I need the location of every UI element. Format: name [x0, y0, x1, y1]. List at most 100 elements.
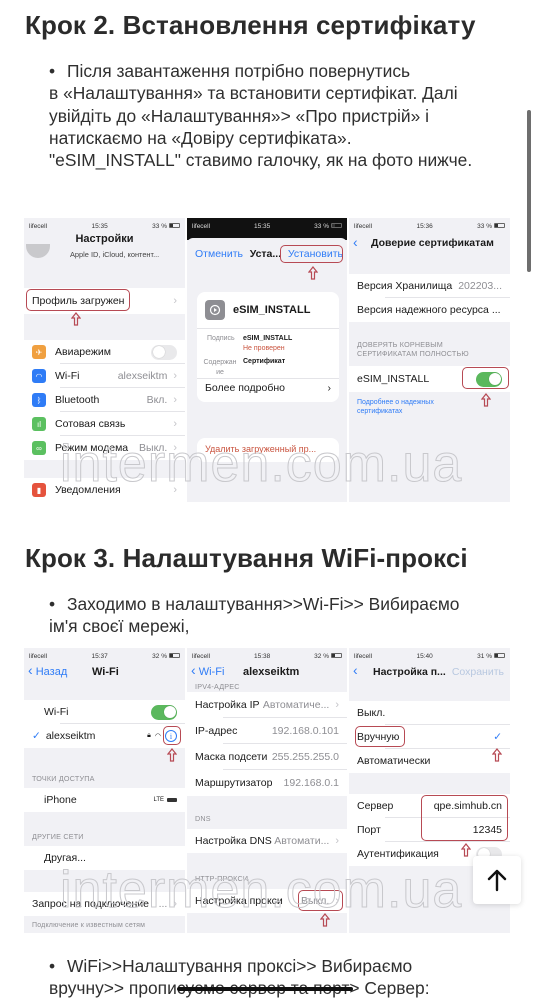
back-chevron-icon[interactable]: ‹ [353, 662, 358, 678]
status-time: 15:35 [91, 222, 108, 230]
back-chevron-icon[interactable]: ‹ [353, 234, 358, 250]
signal-lte: LTE [153, 797, 164, 803]
detail-label: Маска подсети [195, 751, 268, 763]
back-label: Назад [35, 666, 68, 678]
settings-item[interactable]: ıl Сотовая связь › [24, 412, 185, 436]
section-header: ДОВЕРЯТЬ КОРНЕВЫМ СЕРТИФИКАТАМ ПОЛНОСТЬЮ [357, 340, 469, 358]
wifi-label: Wi-Fi [44, 706, 69, 718]
network-detail-row[interactable]: Настройка IP Автоматиче... › [187, 692, 347, 718]
dns-row[interactable]: Настройка DNS Автомати... › [187, 829, 347, 853]
scroll-to-top-button[interactable] [473, 856, 521, 904]
status-bar: lifecell 15:40 31 % [349, 648, 510, 664]
step3-p2-line-2: вручну>> прописуємо сервер та порт> Серв… [49, 977, 430, 999]
detail-label: Маршрутизатор [195, 777, 273, 789]
step2-line-2: в «Налаштування» та встановити сертифіка… [49, 83, 458, 104]
contains-label: Содержан ие [203, 359, 237, 376]
checkmark-icon: ✓ [493, 731, 502, 743]
step2-line-4: натискаємо на «Довіру сертифіката». [49, 127, 352, 148]
step3-line-2: ім'я своєї мережі, [49, 616, 190, 637]
battery-icon [330, 223, 342, 229]
highlight-box [163, 726, 181, 745]
arrow-up-icon [481, 393, 491, 407]
chevron-right-icon: › [173, 295, 177, 307]
store-version-row: Версия Хранилища 202203... [349, 274, 510, 298]
arrow-up-icon [492, 748, 502, 762]
wifi-icon: ◠ [32, 369, 46, 383]
back-button[interactable]: ‹ Назад [28, 662, 67, 678]
learn-more-link[interactable]: Подробнее о надежных сертификатах [357, 398, 457, 416]
screen-title: alexseiktm [243, 666, 300, 678]
carrier: lifecell [354, 222, 373, 230]
network-row[interactable]: ✓ alexseiktm 🔒︎ ◠ i [24, 724, 185, 748]
highlight-box [421, 795, 508, 841]
back-chevron-icon: ‹ [191, 662, 196, 678]
detail-value: 255.255.255.0 [271, 751, 339, 763]
settings-item-value: alexseiktm [117, 370, 168, 382]
battery-icon [493, 653, 505, 659]
battery-icon [167, 798, 177, 802]
settings-item-label: Сотовая связь [55, 418, 126, 430]
divider [197, 328, 339, 329]
battery-level: 33 % [477, 222, 492, 230]
step2-line-5: "eSIM_INSTALL" ставимо галочку, як на фо… [49, 150, 473, 171]
carrier: lifecell [354, 652, 373, 660]
watermark: intermen.com.ua [59, 861, 463, 920]
airplane-icon: ✈ [32, 345, 46, 359]
hotspot-row[interactable]: iPhone LTE [24, 788, 185, 812]
section-header: IPV4-АДРЕС [195, 682, 240, 691]
step2-paragraph: • Після завантаження потрібно повернутис… [49, 60, 472, 171]
chevron-right-icon: › [327, 382, 332, 394]
section-header: DNS [195, 814, 211, 823]
cert-name: eSIM_INSTALL [357, 373, 430, 385]
back-button[interactable]: ‹ Wi-Fi [191, 662, 224, 678]
step2-line-1: Після завантаження потрібно повернутись [67, 61, 411, 81]
status-time: 15:35 [253, 222, 271, 230]
store-version-label: Версия Хранилища [357, 280, 453, 292]
arrow-up-icon [71, 312, 81, 326]
section-header: ДРУГИЕ СЕТИ [32, 832, 84, 841]
settings-item[interactable]: ◠ Wi-Fi alexseiktm › [24, 364, 185, 388]
arrow-up-icon [461, 843, 471, 857]
battery-icon [168, 223, 180, 229]
cancel-button[interactable]: Отменить [195, 248, 243, 260]
proxy-option-off[interactable]: Выкл. [349, 701, 510, 725]
cellular-icon: ıl [32, 417, 46, 431]
chevron-right-icon: › [335, 835, 339, 847]
carrier: lifecell [192, 222, 211, 230]
battery-icon [493, 223, 505, 229]
hotspot-icon: ∞ [32, 441, 46, 455]
airplane-toggle[interactable] [151, 344, 177, 360]
profile-name: eSIM_INSTALL [233, 304, 311, 316]
battery-level: 32 % [152, 652, 167, 660]
hotspot-name: iPhone [44, 794, 77, 806]
more-details-row[interactable]: Более подробно › [205, 382, 331, 394]
step2-heading: Крок 2. Встановлення сертифікату [25, 10, 476, 40]
trust-asset-row: Версия надежного ресурса ... [349, 298, 510, 322]
avatar [26, 244, 50, 258]
status-bar: lifecell 15:36 33 % [349, 218, 510, 234]
settings-item[interactable]: ᛒ Bluetooth Вкл. › [24, 388, 185, 412]
chevron-right-icon: › [173, 418, 177, 430]
back-label: Wi-Fi [198, 666, 225, 678]
status-time: 15:37 [91, 652, 108, 660]
detail-label: IP-адрес [195, 725, 238, 737]
screen-title: Доверие сертификатам [371, 237, 494, 249]
port-label: Порт [357, 824, 381, 836]
highlight-box [355, 726, 405, 747]
step3-heading: Крок 3. Налаштування WiFi-проксі [25, 543, 468, 573]
battery-level: 33 % [314, 222, 329, 230]
settings-item-label: Wi-Fi [55, 370, 80, 382]
wifi-toggle[interactable] [151, 704, 177, 720]
detail-value: Автоматиче... [262, 699, 330, 711]
page-scrollbar[interactable] [527, 110, 531, 272]
settings-item[interactable]: ✈ Авиарежим [24, 340, 185, 364]
status-time: 15:36 [416, 222, 433, 230]
proxy-option-auto[interactable]: Автоматически [349, 749, 510, 773]
battery-level: 33 % [152, 222, 167, 230]
network-name: alexseiktm [45, 730, 96, 742]
arrow-up-icon [167, 748, 177, 762]
store-version-value: 202203... [458, 280, 502, 292]
settings-item-label: Авиарежим [55, 346, 111, 358]
save-button[interactable]: Сохранить [452, 666, 504, 678]
status-time: 15:38 [253, 652, 271, 660]
